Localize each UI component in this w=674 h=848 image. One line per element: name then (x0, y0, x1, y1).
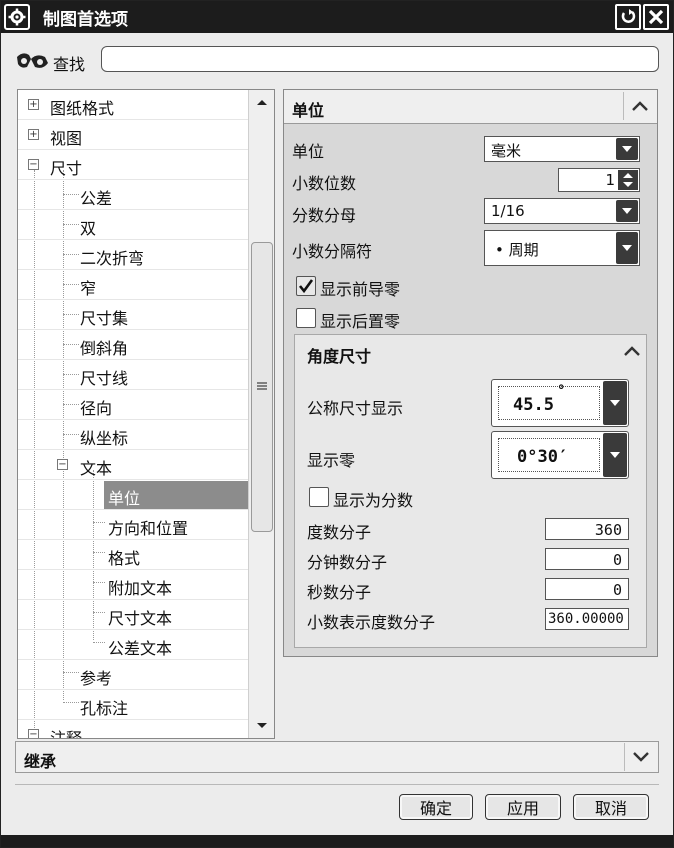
preferences-tree: + 图纸格式 + 视图 − 尺寸 公差 双 二次折弯 窄 尺寸集 倒斜角 尺寸线… (17, 89, 275, 739)
units-panel: 单位 单位 毫米 小数位数 1 分数分母 1/16 小数分隔符 • 周期 显示前… (283, 89, 658, 657)
tree-item-format[interactable]: 格式 (18, 540, 248, 570)
window-bottom-border (1, 835, 673, 847)
cancel-button[interactable]: 取消 (573, 794, 649, 820)
apply-button[interactable]: 应用 (485, 794, 561, 820)
tree-item-dimension-line[interactable]: 尺寸线 (18, 360, 248, 390)
collapse-icon[interactable]: − (28, 729, 39, 738)
grip-icon (257, 382, 267, 390)
tree-item-tolerance[interactable]: 公差 (18, 180, 248, 210)
tree-item-ordinate[interactable]: 纵坐标 (18, 420, 248, 450)
inherit-section-header[interactable]: 继承 (15, 741, 659, 773)
spin-arrows-icon[interactable] (618, 170, 638, 190)
separator (15, 784, 659, 785)
tree-item-dual[interactable]: 双 (18, 210, 248, 240)
scroll-up-icon[interactable] (256, 98, 268, 106)
display-as-fraction-label: 显示为分数 (333, 491, 414, 510)
tree-item-reference[interactable]: 参考 (18, 660, 248, 690)
unit-label: 单位 (292, 142, 325, 161)
reset-icon[interactable] (615, 4, 641, 30)
tree-item-hole-callout[interactable]: 孔标注 (18, 690, 248, 720)
search-label: 查找 (53, 55, 86, 74)
tree-item-radial[interactable]: 径向 (18, 390, 248, 420)
scroll-down-icon[interactable] (256, 722, 268, 730)
degree-numerator-input[interactable]: 360 (545, 518, 629, 540)
angular-section-title: 角度尺寸 (307, 347, 372, 366)
tree-item-dimension[interactable]: − 尺寸 (18, 150, 248, 180)
tree-item-annotation[interactable]: − 注释 (18, 720, 248, 738)
tree-item-jog[interactable]: 二次折弯 (18, 240, 248, 270)
second-numerator-label: 秒数分子 (307, 583, 372, 602)
dropdown-arrow-icon (616, 138, 638, 160)
chevron-up-icon[interactable] (624, 341, 640, 360)
tree-item-orientation-location[interactable]: 方向和位置 (18, 510, 248, 540)
fraction-denominator-label: 分数分母 (292, 206, 357, 225)
chevron-up-icon[interactable] (623, 92, 655, 120)
units-section-header[interactable]: 单位 (284, 90, 657, 124)
ok-button[interactable]: 确定 (399, 794, 473, 820)
tree-item-sheet-format[interactable]: + 图纸格式 (18, 90, 248, 120)
title-bar: 制图首选项 (1, 1, 673, 33)
minute-numerator-label: 分钟数分子 (307, 553, 388, 572)
degree-numerator-label: 度数分子 (307, 523, 372, 542)
drafting-preferences-dialog: 制图首选项 查找 + 图纸格式 + 视图 − 尺寸 公差 双 二次折弯 窄 尺寸… (0, 0, 674, 848)
tree-item-text[interactable]: − 文本 (18, 450, 248, 480)
display-zero-label: 显示零 (307, 451, 356, 470)
tree-item-narrow[interactable]: 窄 (18, 270, 248, 300)
scroll-thumb[interactable] (251, 242, 273, 532)
dropdown-arrow-icon (616, 200, 638, 222)
show-trailing-zero-checkbox[interactable] (296, 308, 316, 328)
search-input[interactable] (101, 46, 659, 72)
dropdown-arrow-icon (616, 232, 638, 264)
show-leading-zero-label: 显示前导零 (320, 280, 401, 299)
decimal-separator-select[interactable]: • 周期 (484, 230, 640, 266)
tree-item-units[interactable]: 单位 (18, 480, 248, 510)
dropdown-arrow-icon (603, 433, 627, 477)
expand-icon[interactable]: + (28, 99, 39, 110)
search-row: 查找 (15, 45, 661, 75)
display-zero-select[interactable]: 0°30′ (491, 431, 629, 479)
angular-dimension-panel: 角度尺寸 公称尺寸显示 45.5 ° 显示零 0°30′ 显示为分数 度数分子 … (294, 334, 647, 648)
collapse-icon[interactable]: − (28, 159, 39, 170)
tree-item-view[interactable]: + 视图 (18, 120, 248, 150)
expand-icon[interactable]: + (28, 129, 39, 140)
decimal-places-label: 小数位数 (292, 174, 357, 193)
tree-item-tolerance-text[interactable]: 公差文本 (18, 630, 248, 660)
chevron-down-icon[interactable] (624, 743, 656, 771)
tree-scrollbar[interactable] (248, 90, 274, 738)
fraction-denominator-select[interactable]: 1/16 (484, 198, 640, 224)
dropdown-arrow-icon (603, 381, 627, 425)
unit-select[interactable]: 毫米 (484, 136, 640, 162)
tree-item-dimension-text[interactable]: 尺寸文本 (18, 600, 248, 630)
collapse-icon[interactable]: − (57, 459, 68, 470)
tree-item-dimension-set[interactable]: 尺寸集 (18, 300, 248, 330)
gear-icon[interactable] (4, 4, 30, 30)
units-section-title: 单位 (292, 101, 325, 120)
minute-numerator-input[interactable]: 0 (545, 548, 629, 570)
tree-item-chamfer[interactable]: 倒斜角 (18, 330, 248, 360)
close-icon[interactable] (643, 4, 669, 30)
display-as-fraction-checkbox[interactable] (309, 487, 329, 507)
show-trailing-zero-label: 显示后置零 (320, 312, 401, 331)
inherit-section-title: 继承 (24, 752, 57, 771)
decimal-places-stepper[interactable]: 1 (558, 168, 640, 192)
window-title: 制图首选项 (43, 10, 128, 30)
second-numerator-input[interactable]: 0 (545, 578, 629, 600)
decimal-separator-label: 小数分隔符 (292, 242, 373, 261)
decimal-degree-numerator-input[interactable]: 360.00000 (545, 608, 629, 630)
nominal-display-label: 公称尺寸显示 (307, 399, 404, 418)
binoculars-icon (17, 53, 48, 68)
tree-item-appended-text[interactable]: 附加文本 (18, 570, 248, 600)
show-leading-zero-checkbox[interactable] (296, 276, 316, 296)
nominal-display-select[interactable]: 45.5 ° (491, 379, 629, 427)
decimal-degree-numerator-label: 小数表示度数分子 (307, 613, 436, 632)
